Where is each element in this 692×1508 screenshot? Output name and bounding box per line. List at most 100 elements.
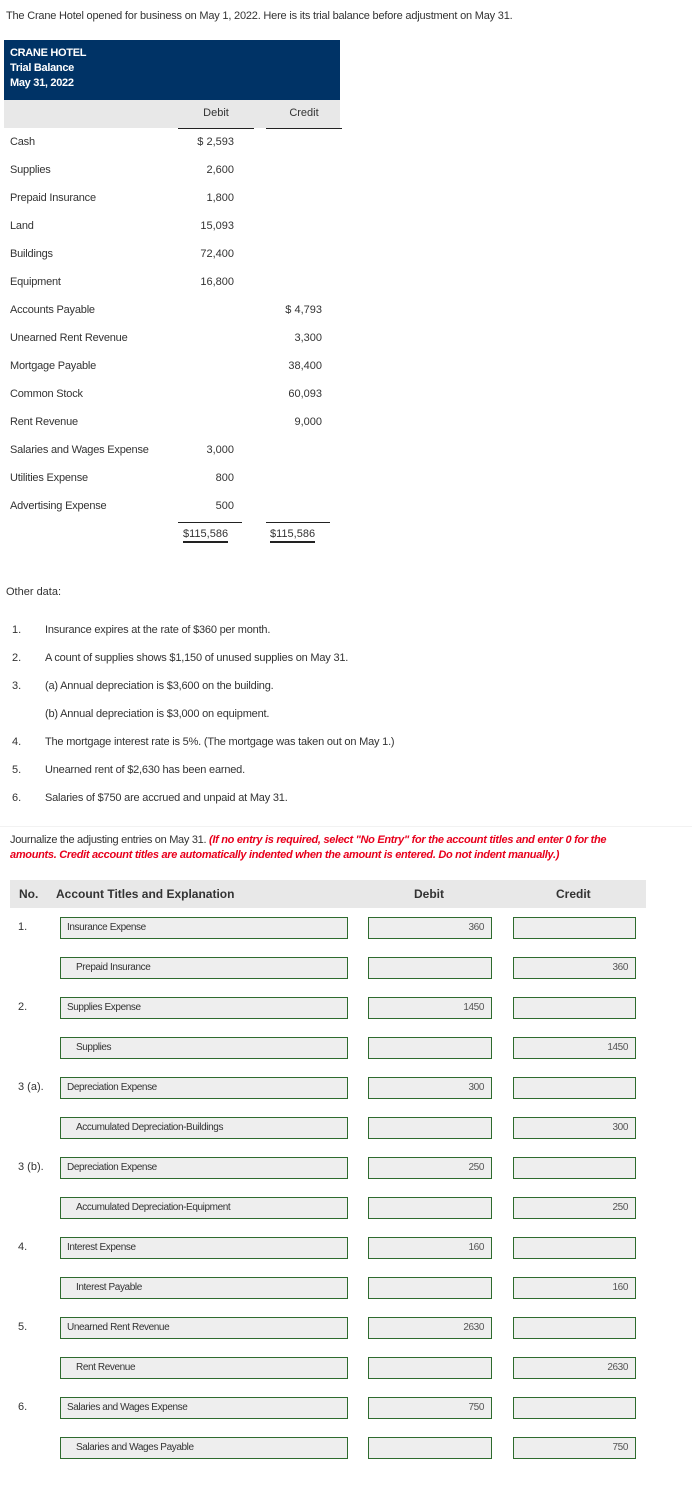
credit-input[interactable] (513, 1077, 636, 1099)
other-data-item: 1. Insurance expires at the rate of $360 … (0, 622, 600, 650)
debit-input[interactable] (368, 1117, 492, 1139)
other-data-list: 1. Insurance expires at the rate of $360 … (0, 622, 600, 818)
credit-input[interactable]: 360 (513, 957, 636, 979)
account-name: Buildings (10, 248, 53, 260)
journal-header: No. Account Titles and Explanation Debit… (10, 880, 646, 908)
trial-balance-row: Cash $ 2,593 (4, 128, 340, 156)
credit-input[interactable] (513, 1237, 636, 1259)
account-name: Unearned Rent Revenue (10, 332, 128, 344)
credit-amount: 9,000 (294, 416, 322, 428)
debit-amount: 72,400 (200, 248, 234, 260)
credit-input[interactable] (513, 917, 636, 939)
journal-row: Accumulated Depreciation-Equipment 250 (0, 1197, 692, 1221)
account-title-input[interactable]: Rent Revenue (60, 1357, 348, 1379)
trial-balance-row: Land 15,093 (4, 212, 340, 240)
journal-row: Salaries and Wages Payable 750 (0, 1437, 692, 1461)
item-text: Unearned rent of $2,630 has been earned. (45, 764, 245, 776)
account-name: Equipment (10, 276, 61, 288)
credit-amount: $ 4,793 (285, 304, 322, 316)
debit-amount: 1,800 (206, 192, 234, 204)
item-text: Salaries of $750 are accrued and unpaid … (45, 792, 288, 804)
credit-column-header: Credit (289, 107, 319, 119)
trial-balance-totals: $115,586 $115,586 (4, 520, 340, 550)
debit-input[interactable]: 300 (368, 1077, 492, 1099)
debit-input[interactable] (368, 1037, 492, 1059)
entry-number: 5. (18, 1321, 28, 1333)
debit-input[interactable] (368, 1197, 492, 1219)
trial-balance-row: Unearned Rent Revenue 3,300 (4, 324, 340, 352)
account-title-input[interactable]: Accumulated Depreciation-Buildings (60, 1117, 348, 1139)
trial-balance-row: Common Stock 60,093 (4, 380, 340, 408)
entry-number: 3 (a). (18, 1081, 44, 1093)
credit-input[interactable] (513, 997, 636, 1019)
trial-balance-rows: Cash $ 2,593 Supplies 2,600 Prepaid Insuranc… (4, 128, 340, 520)
credit-input[interactable] (513, 1317, 636, 1339)
journal-row: 6. Salaries and Wages Expense 750 (0, 1397, 692, 1421)
debit-amount: $ 2,593 (197, 136, 234, 148)
trial-balance-row: Equipment 16,800 (4, 268, 340, 296)
account-name: Advertising Expense (10, 500, 107, 512)
account-title-input[interactable]: Insurance Expense (60, 917, 348, 939)
item-text: (a) Annual depreciation is $3,600 on the… (45, 680, 274, 692)
journal-row: 1. Insurance Expense 360 (0, 917, 692, 941)
account-title-input[interactable]: Salaries and Wages Payable (60, 1437, 348, 1459)
credit-input[interactable]: 300 (513, 1117, 636, 1139)
debit-input[interactable]: 250 (368, 1157, 492, 1179)
account-title-input[interactable]: Depreciation Expense (60, 1157, 348, 1179)
trial-balance-row: Utilities Expense 800 (4, 464, 340, 492)
account-title-input[interactable]: Supplies (60, 1037, 348, 1059)
journal-row: 4. Interest Expense 160 (0, 1237, 692, 1261)
credit-input[interactable]: 750 (513, 1437, 636, 1459)
instructions: Journalize the adjusting entries on May … (10, 833, 650, 863)
credit-input[interactable]: 1450 (513, 1037, 636, 1059)
trial-balance-header: CRANE HOTEL Trial Balance May 31, 2022 (4, 40, 340, 100)
account-title-input[interactable]: Unearned Rent Revenue (60, 1317, 348, 1339)
other-data-item: 2. A count of supplies shows $1,150 of un… (0, 650, 600, 678)
item-number: 6. (12, 792, 22, 804)
debit-amount: 3,000 (206, 444, 234, 456)
debit-input[interactable] (368, 1357, 492, 1379)
debit-input[interactable]: 160 (368, 1237, 492, 1259)
debit-input[interactable] (368, 1437, 492, 1459)
debit-input[interactable]: 2630 (368, 1317, 492, 1339)
account-name: Accounts Payable (10, 304, 95, 316)
debit-input[interactable]: 360 (368, 917, 492, 939)
debit-input[interactable] (368, 1277, 492, 1299)
journal-header-no: No. (19, 887, 39, 901)
trial-balance-row: Prepaid Insurance 1,800 (4, 184, 340, 212)
journal-row: Supplies 1450 (0, 1037, 692, 1061)
entry-number: 3 (b). (18, 1161, 44, 1173)
account-title-input[interactable]: Supplies Expense (60, 997, 348, 1019)
account-name: Rent Revenue (10, 416, 78, 428)
account-title-input[interactable]: Prepaid Insurance (60, 957, 348, 979)
trial-balance-row: Salaries and Wages Expense 3,000 (4, 436, 340, 464)
account-title-input[interactable]: Depreciation Expense (60, 1077, 348, 1099)
journal-row: 3 (b). Depreciation Expense 250 (0, 1157, 692, 1181)
debit-input[interactable]: 1450 (368, 997, 492, 1019)
debit-amount: 15,093 (200, 220, 234, 232)
account-name: Mortgage Payable (10, 360, 97, 372)
credit-input[interactable]: 250 (513, 1197, 636, 1219)
item-number: 5. (12, 764, 22, 776)
account-title-input[interactable]: Accumulated Depreciation-Equipment (60, 1197, 348, 1219)
credit-input[interactable] (513, 1157, 636, 1179)
debit-input[interactable]: 750 (368, 1397, 492, 1419)
account-title-input[interactable]: Interest Expense (60, 1237, 348, 1259)
other-data-item: 3. (a) Annual depreciation is $3,600 on t… (0, 678, 600, 706)
journal-row: Accumulated Depreciation-Buildings 300 (0, 1117, 692, 1141)
debit-amount: 500 (215, 500, 234, 512)
debit-amount: 800 (215, 472, 234, 484)
other-data-item: (b) Annual depreciation is $3,000 on equ… (0, 706, 600, 734)
credit-input[interactable]: 2630 (513, 1357, 636, 1379)
account-name: Utilities Expense (10, 472, 88, 484)
trial-balance-column-header: Debit Credit (4, 100, 342, 129)
credit-amount: 60,093 (288, 388, 322, 400)
debit-input[interactable] (368, 957, 492, 979)
journal-row: 2. Supplies Expense 1450 (0, 997, 692, 1021)
item-number: 2. (12, 652, 22, 664)
account-title-input[interactable]: Interest Payable (60, 1277, 348, 1299)
trial-balance-row: Rent Revenue 9,000 (4, 408, 340, 436)
credit-input[interactable] (513, 1397, 636, 1419)
account-title-input[interactable]: Salaries and Wages Expense (60, 1397, 348, 1419)
credit-input[interactable]: 160 (513, 1277, 636, 1299)
